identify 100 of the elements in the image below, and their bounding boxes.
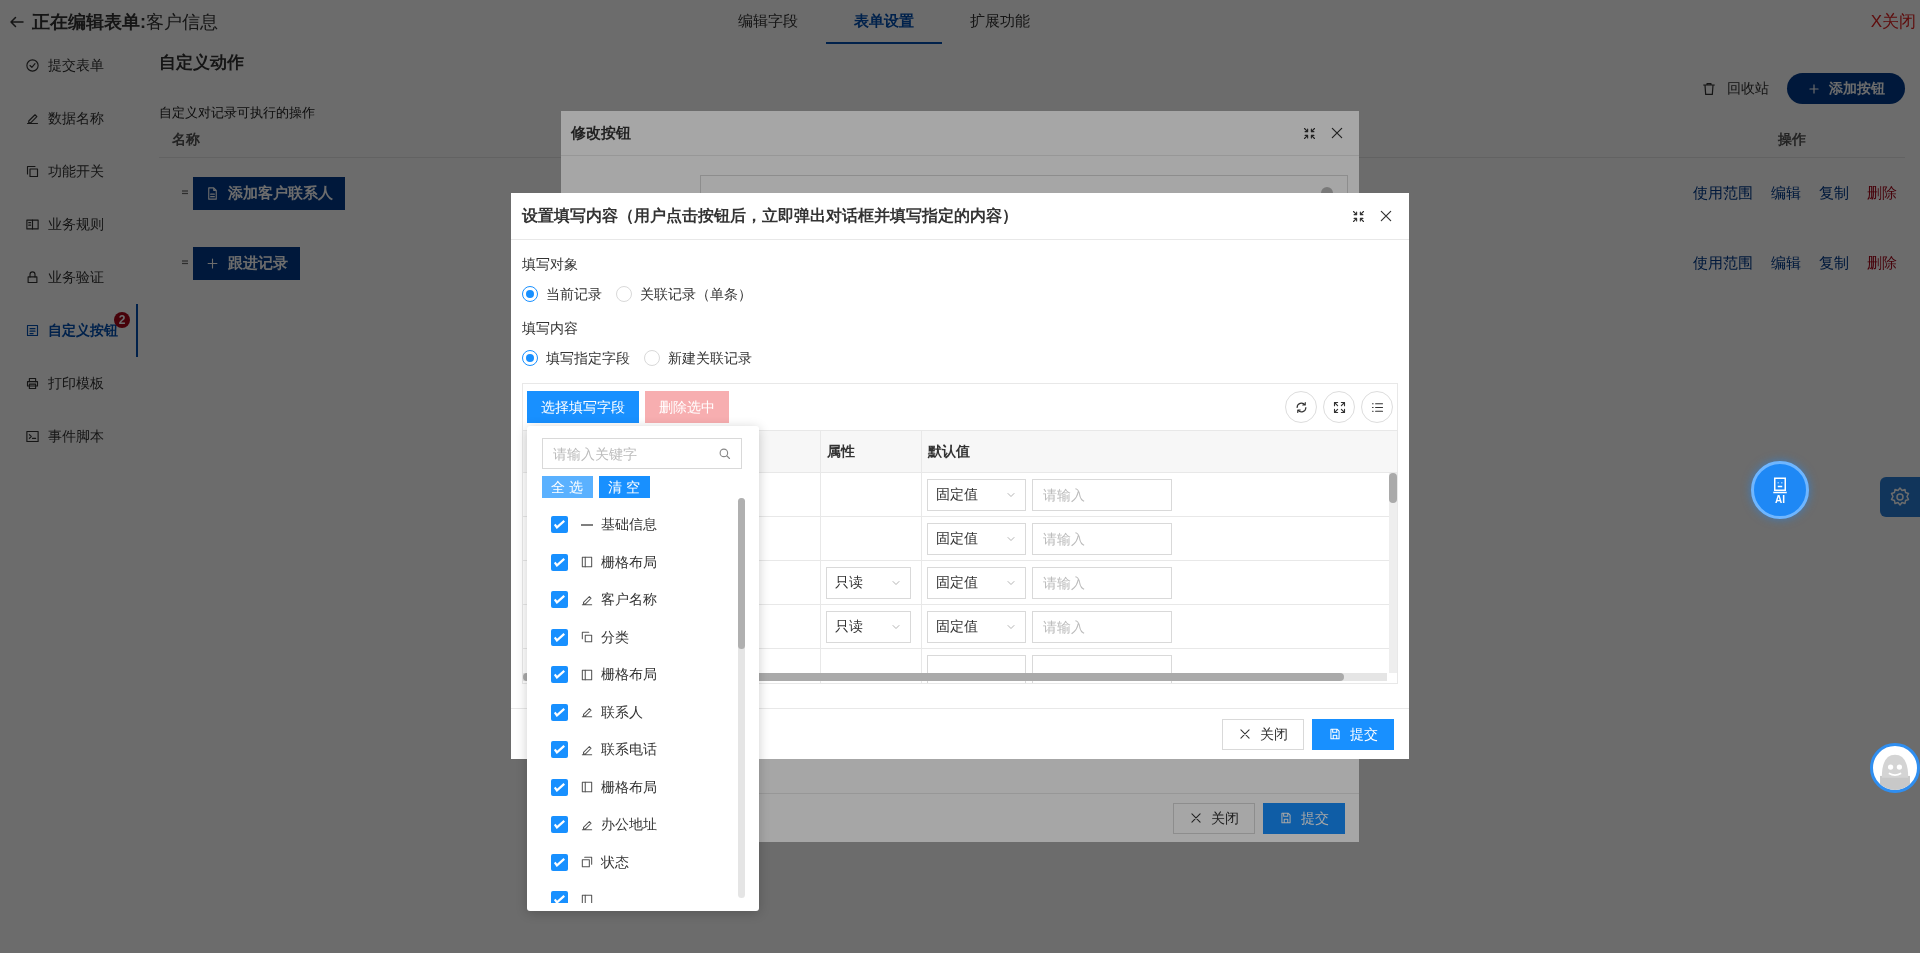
action-link[interactable]: 编辑 [1771, 251, 1801, 275]
section-title: 自定义动作 [159, 52, 244, 74]
layout-icon [580, 780, 594, 795]
close-link[interactable]: X关闭 [1870, 9, 1920, 35]
tab[interactable]: 编辑字段 [710, 0, 826, 44]
select-value: 固定值 [936, 529, 978, 548]
select-all-button[interactable]: 全选 [542, 476, 593, 498]
text-input[interactable]: 请输入 [1032, 522, 1172, 555]
select-field[interactable]: 只读 [826, 610, 911, 643]
refresh-icon [1293, 399, 1309, 415]
sidebar-item[interactable]: 事件脚本 [0, 410, 138, 463]
robot-avatar[interactable] [1870, 743, 1920, 793]
field-option[interactable]: 客户名称 [601, 589, 657, 611]
recycle-bin-link[interactable]: 回收站 [1727, 78, 1769, 99]
ai-assistant-button[interactable]: AI [1751, 461, 1809, 519]
select-field[interactable]: 固定值 [927, 522, 1026, 555]
checkbox[interactable] [551, 703, 568, 721]
sidebar-item[interactable]: 提交表单 [0, 39, 138, 92]
select-value: 只读 [835, 573, 863, 592]
close-icon[interactable] [1378, 208, 1394, 224]
select-field[interactable]: 固定值 [927, 566, 1026, 599]
submit-button[interactable]: 提交 [1312, 718, 1394, 750]
search-field[interactable]: 请输入关键字 [542, 438, 742, 469]
delete-link[interactable]: 删除 [1867, 251, 1897, 275]
layout-icon [580, 892, 594, 903]
fullscreen-icon[interactable] [1302, 125, 1317, 141]
select-value: 只读 [835, 617, 863, 636]
action-link[interactable]: 使用范围 [1693, 251, 1753, 275]
checkbox[interactable] [551, 853, 568, 871]
dialog-title: 设置填写内容（用户点击按钮后，立即弹出对话框并填写指定的内容） [522, 206, 1018, 226]
checkbox[interactable] [551, 816, 568, 834]
sidebar-item[interactable]: 业务规则 [0, 198, 138, 251]
action-link[interactable]: 编辑 [1771, 181, 1801, 205]
section-subtitle: 自定义对记录可执行的操作 [159, 104, 316, 122]
copy-icon [580, 630, 594, 645]
clear-button[interactable]: 清空 [599, 476, 650, 498]
select-value: 固定值 [936, 573, 978, 592]
field-option[interactable]: 办公地址 [601, 814, 657, 836]
sidebar-item[interactable]: 功能开关 [0, 145, 138, 198]
close-icon [1238, 727, 1252, 741]
pencil-icon [25, 111, 40, 126]
text-input[interactable]: 请输入 [1032, 478, 1172, 511]
text-input[interactable]: 请输入 [1032, 566, 1172, 599]
select-field[interactable]: 固定值 [927, 478, 1026, 511]
tab[interactable]: 扩展功能 [942, 0, 1058, 44]
vertical-scrollbar[interactable] [738, 498, 745, 898]
submit-button[interactable]: 提交 [1263, 802, 1345, 834]
custom-action-button[interactable]: 跟进记录 [193, 246, 300, 280]
tab[interactable]: 表单设置 [826, 0, 942, 44]
field-option[interactable]: 联系电话 [601, 739, 657, 761]
checkmark-icon [554, 857, 565, 867]
checkmark-icon [554, 557, 565, 567]
field-option[interactable]: 联系人 [601, 701, 643, 723]
sidebar-item[interactable]: 业务验证 [0, 251, 138, 304]
close-button[interactable]: 关闭 [1173, 802, 1255, 834]
add-button[interactable]: 添加按钮 [1787, 73, 1905, 104]
checkbox[interactable] [551, 891, 568, 903]
pencil-icon [580, 705, 594, 720]
text-input[interactable]: 请输入 [1032, 610, 1172, 643]
checkmark-icon [554, 707, 565, 717]
fullscreen-icon[interactable] [1351, 208, 1366, 224]
checkbox[interactable] [551, 666, 568, 684]
checkmark-icon [554, 520, 565, 530]
field-option[interactable]: 状态 [601, 851, 629, 873]
plus-icon [1807, 81, 1821, 96]
ai-label: AI [1775, 493, 1785, 505]
dash-icon [581, 523, 593, 526]
select-fields-button[interactable]: 选择填写字段 [527, 391, 639, 423]
sidebar-item[interactable]: 打印模板 [0, 357, 138, 410]
action-link[interactable]: 使用范围 [1693, 181, 1753, 205]
search-icon[interactable] [717, 446, 732, 461]
sidebar-item[interactable]: 数据名称 [0, 92, 138, 145]
field-option[interactable]: 栅格布局 [601, 776, 657, 798]
field-option[interactable]: 栅格布局 [601, 664, 657, 686]
field-option[interactable]: 分类 [601, 626, 629, 648]
select-field[interactable]: 只读 [826, 566, 911, 599]
checkmark-icon [554, 632, 565, 642]
action-link[interactable]: 复制 [1819, 181, 1849, 205]
close-button[interactable]: 关闭 [1222, 718, 1304, 750]
settings-tab[interactable] [1880, 477, 1920, 517]
custom-action-button[interactable]: 添加客户联系人 [193, 176, 345, 210]
checkbox[interactable] [551, 778, 568, 796]
delete-link[interactable]: 删除 [1867, 181, 1897, 205]
checkmark-icon [554, 820, 565, 830]
field-option[interactable]: 基础信息 [601, 514, 657, 536]
field-option[interactable]: 栅格布局 [601, 551, 657, 573]
select-field[interactable]: 固定值 [927, 610, 1026, 643]
trash-icon[interactable] [1701, 80, 1717, 97]
vertical-scrollbar[interactable] [1389, 473, 1397, 673]
checkbox[interactable] [551, 516, 568, 534]
terminal-icon [25, 429, 40, 444]
radio-label: 填写指定字段 [546, 348, 630, 368]
checkbox[interactable] [551, 553, 568, 571]
checkmark-icon [554, 670, 565, 680]
checkmark-icon [554, 782, 565, 792]
checkbox[interactable] [551, 741, 568, 759]
checkbox[interactable] [551, 628, 568, 646]
checkbox[interactable] [551, 591, 568, 609]
action-link[interactable]: 复制 [1819, 251, 1849, 275]
close-icon[interactable] [1329, 125, 1345, 141]
